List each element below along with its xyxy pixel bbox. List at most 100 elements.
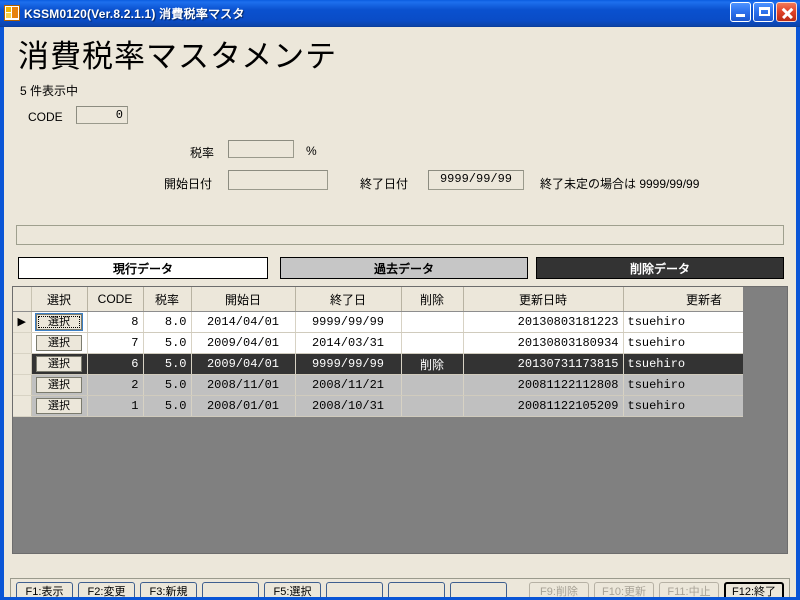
table-body: ▶ 選択 8 8.0 2014/04/01 9999/99/99 2013080318122… (13, 311, 786, 417)
rate-label: 税率 (190, 146, 215, 160)
cell-deleted (401, 332, 464, 354)
column-header-deleted[interactable]: 削除 (401, 287, 464, 312)
record-count-label: 5 件表示中 (20, 84, 79, 98)
cell-start-date: 2008/11/01 (191, 374, 296, 396)
function-key-empty-3 (202, 582, 259, 597)
end-date-input[interactable]: 9999/99/99 (428, 170, 524, 190)
page-title: 消費税率マスタメンテ (18, 39, 338, 74)
cell-updated-at: 20130803181223 (463, 311, 624, 333)
cell-select[interactable]: 選択 (31, 332, 88, 354)
app-icon (4, 5, 20, 21)
column-header-start-date[interactable]: 開始日 (191, 287, 296, 312)
cell-end-date: 2008/10/31 (295, 395, 402, 417)
cell-code: 6 (87, 353, 144, 375)
cell-updated-at: 20081122105209 (463, 395, 624, 417)
cell-updated-at: 20081122112808 (463, 374, 624, 396)
function-key-f11: F11:中止 (659, 582, 719, 597)
window-controls (730, 2, 797, 22)
minimize-icon (736, 14, 745, 17)
cell-code: 2 (87, 374, 144, 396)
tab-current-data[interactable]: 現行データ (18, 257, 268, 279)
tab-deleted-data[interactable]: 削除データ (536, 257, 784, 279)
table-header-row: 選択 CODE 税率 開始日 終了日 削除 更新日時 更新者 (13, 287, 786, 312)
table-row[interactable]: 選択 6 5.0 2009/04/01 9999/99/99 削除 201307311738… (13, 353, 786, 375)
column-header-rate[interactable]: 税率 (143, 287, 192, 312)
row-marker[interactable]: ▶ (13, 311, 32, 333)
client-area: 消費税率マスタメンテ 5 件表示中 CODE 0 税率 % 開始日付 終了日付 … (4, 27, 796, 597)
cell-start-date: 2014/04/01 (191, 311, 296, 333)
cell-rate: 5.0 (143, 395, 192, 417)
column-header-code[interactable]: CODE (87, 287, 144, 312)
current-row-arrow-icon: ▶ (17, 316, 26, 328)
function-key-empty-5 (326, 582, 383, 597)
window-title: KSSM0120(Ver.8.2.1.1) 消費税率マスタ (24, 6, 245, 21)
tab-past-data[interactable]: 過去データ (280, 257, 528, 279)
select-row-button[interactable]: 選択 (36, 356, 82, 372)
cell-rate: 8.0 (143, 311, 192, 333)
cell-rate: 5.0 (143, 353, 192, 375)
cell-start-date: 2008/01/01 (191, 395, 296, 417)
function-key-f5[interactable]: F5:選択 (264, 582, 321, 597)
row-marker[interactable] (13, 353, 32, 375)
cell-rate: 5.0 (143, 374, 192, 396)
row-marker-header (13, 287, 32, 312)
maximize-button[interactable] (753, 2, 774, 22)
message-bar (16, 225, 784, 245)
code-label: CODE (28, 110, 63, 124)
cell-select[interactable]: 選択 (31, 374, 88, 396)
cell-rate: 5.0 (143, 332, 192, 354)
close-button[interactable] (776, 2, 797, 22)
cell-updated-at: 20130803180934 (463, 332, 624, 354)
cell-start-date: 2009/04/01 (191, 332, 296, 354)
function-key-f2[interactable]: F2:変更 (78, 582, 135, 597)
column-header-updated-at[interactable]: 更新日時 (463, 287, 624, 312)
table-row[interactable]: ▶ 選択 8 8.0 2014/04/01 9999/99/99 2013080318122… (13, 311, 786, 333)
cell-code: 7 (87, 332, 144, 354)
cell-deleted (401, 395, 464, 417)
cell-select[interactable]: 選択 (31, 353, 88, 375)
data-table: 選択 CODE 税率 開始日 終了日 削除 更新日時 更新者 ▶ 選択 8 8.0 20… (13, 287, 786, 417)
column-header-end-date[interactable]: 終了日 (295, 287, 402, 312)
cell-end-date: 2008/11/21 (295, 374, 402, 396)
select-row-button[interactable]: 選択 (36, 398, 82, 414)
cell-code: 8 (87, 311, 144, 333)
function-key-empty-6 (388, 582, 445, 597)
rate-input[interactable] (228, 140, 294, 158)
table-row[interactable]: 選択 1 5.0 2008/01/01 2008/10/31 20081122105209… (13, 395, 786, 417)
function-key-f12[interactable]: F12:終了 (724, 582, 784, 597)
function-key-f1[interactable]: F1:表示 (16, 582, 73, 597)
cell-end-date: 9999/99/99 (295, 353, 402, 375)
grid-scroll-gutter[interactable] (743, 287, 787, 553)
cell-end-date: 2014/03/31 (295, 332, 402, 354)
cell-deleted (401, 374, 464, 396)
cell-end-date: 9999/99/99 (295, 311, 402, 333)
cell-deleted: 削除 (401, 353, 464, 375)
function-key-f3[interactable]: F3:新規 (140, 582, 197, 597)
cell-select[interactable]: 選択 (31, 311, 88, 333)
function-key-empty-7 (450, 582, 507, 597)
table-row[interactable]: 選択 7 5.0 2009/04/01 2014/03/31 20130803180934… (13, 332, 786, 354)
code-input[interactable]: 0 (76, 106, 128, 124)
row-marker[interactable] (13, 332, 32, 354)
select-row-button[interactable]: 選択 (36, 377, 82, 393)
end-date-label: 終了日付 (360, 177, 409, 191)
cell-select[interactable]: 選択 (31, 395, 88, 417)
minimize-button[interactable] (730, 2, 751, 22)
row-marker[interactable] (13, 374, 32, 396)
cell-updated-at: 20130731173815 (463, 353, 624, 375)
percent-symbol: % (306, 144, 317, 158)
table-row[interactable]: 選択 2 5.0 2008/11/01 2008/11/21 20081122112808… (13, 374, 786, 396)
end-date-hint: 終了未定の場合は 9999/99/99 (540, 177, 700, 191)
select-row-button[interactable]: 選択 (36, 314, 82, 330)
cell-start-date: 2009/04/01 (191, 353, 296, 375)
title-bar[interactable]: KSSM0120(Ver.8.2.1.1) 消費税率マスタ (0, 0, 800, 27)
cell-code: 1 (87, 395, 144, 417)
cell-deleted (401, 311, 464, 333)
maximize-icon (759, 7, 770, 16)
column-header-select[interactable]: 選択 (31, 287, 88, 312)
start-date-input[interactable] (228, 170, 328, 190)
function-key-bar: F1:表示 F2:変更 F3:新規 F5:選択 F9:削除 F10:更新 F11:中止 F12… (10, 578, 790, 597)
row-marker[interactable] (13, 395, 32, 417)
data-grid[interactable]: 選択 CODE 税率 開始日 終了日 削除 更新日時 更新者 ▶ 選択 8 8.0 20… (12, 286, 788, 554)
select-row-button[interactable]: 選択 (36, 335, 82, 351)
